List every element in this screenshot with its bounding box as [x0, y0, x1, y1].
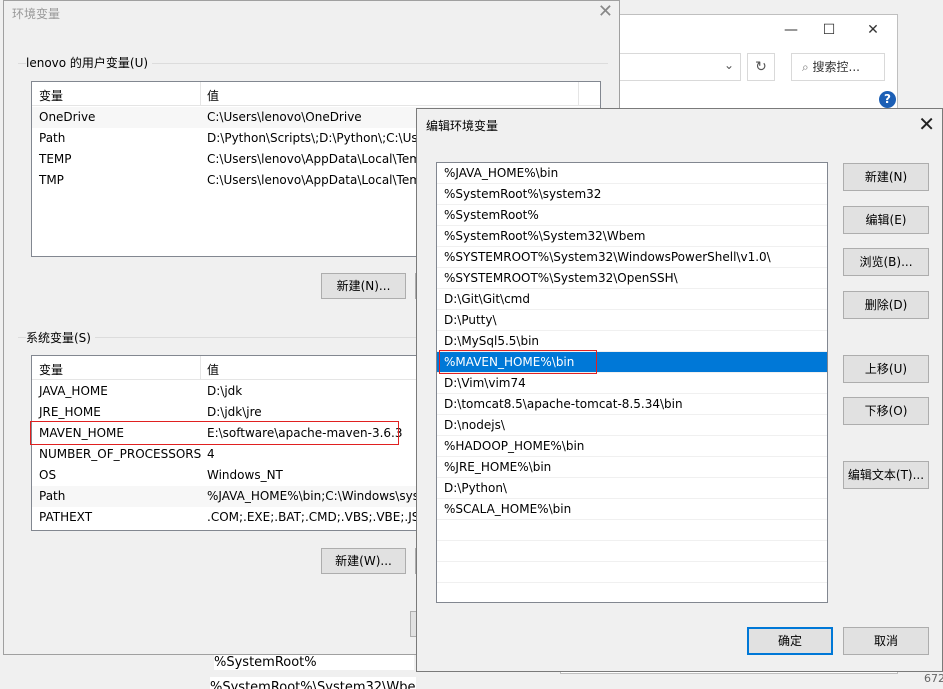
- list-item[interactable]: %SYSTEMROOT%\System32\OpenSSH\: [437, 268, 827, 289]
- list-item[interactable]: %JRE_HOME%\bin: [437, 457, 827, 478]
- list-item[interactable]: %SYSTEMROOT%\System32\WindowsPowerShell\…: [437, 247, 827, 268]
- var-name: NUMBER_OF_PROCESSORS: [39, 447, 202, 461]
- system-new-button[interactable]: 新建(W)...: [321, 548, 406, 574]
- edit-path-button[interactable]: 编辑(E): [843, 206, 929, 234]
- search-placeholder: 搜索控...: [812, 60, 860, 74]
- maximize-icon[interactable]: ☐: [817, 21, 841, 39]
- close-icon[interactable]: ✕: [598, 1, 613, 22]
- list-item[interactable]: D:\Python\: [437, 478, 827, 499]
- var-value: %JAVA_HOME%\bin;C:\Windows\system: [207, 489, 443, 503]
- list-item[interactable]: D:\Vim\vim74: [437, 373, 827, 394]
- list-item[interactable]: %SystemRoot%\System32\Wbem: [437, 226, 827, 247]
- var-value: .COM;.EXE;.BAT;.CMD;.VBS;.VBE;.JS;.JSE: [207, 510, 446, 524]
- list-item[interactable]: %JAVA_HOME%\bin: [437, 163, 827, 184]
- list-item[interactable]: D:\MySql5.5\bin: [437, 331, 827, 352]
- column-header-variable[interactable]: 变量: [39, 361, 63, 378]
- empty-list-row[interactable]: [437, 520, 827, 541]
- search-input[interactable]: ⌕ 搜索控...: [791, 53, 885, 81]
- ok-button[interactable]: 确定: [747, 627, 833, 655]
- var-value: E:\software\apache-maven-3.6.3: [207, 426, 403, 440]
- list-item-selected[interactable]: %MAVEN_HOME%\bin: [437, 352, 827, 373]
- var-value: C:\Users\lenovo\OneDrive: [207, 110, 362, 124]
- column-header-value[interactable]: 值: [207, 87, 219, 104]
- list-item[interactable]: %SCALA_HOME%\bin: [437, 499, 827, 520]
- var-value: 4: [207, 447, 215, 461]
- var-name: TMP: [39, 173, 64, 187]
- var-name: OneDrive: [39, 110, 96, 124]
- var-name: MAVEN_HOME: [39, 426, 124, 440]
- corner-number: 672: [924, 672, 943, 685]
- help-icon[interactable]: ?: [879, 91, 896, 108]
- list-item[interactable]: D:\nodejs\: [437, 415, 827, 436]
- list-item[interactable]: D:\Git\Git\cmd: [437, 289, 827, 310]
- user-vars-group-label: lenovo 的用户变量(U): [26, 54, 153, 71]
- dialog-title: 环境变量: [12, 7, 61, 21]
- close-icon[interactable]: ✕: [918, 112, 935, 136]
- list-item[interactable]: %HADOOP_HOME%\bin: [437, 436, 827, 457]
- edit-environment-variable-dialog: 编辑环境变量 ✕ %JAVA_HOME%\bin %SystemRoot%\sy…: [416, 108, 943, 672]
- refresh-icon[interactable]: ↻: [747, 53, 775, 81]
- column-header-value[interactable]: 值: [207, 361, 219, 378]
- var-value: D:\jdk: [207, 384, 243, 398]
- list-item[interactable]: D:\Putty\: [437, 310, 827, 331]
- background-path-line: %SystemRoot%\System32\Wbem: [210, 677, 416, 689]
- browse-button[interactable]: 浏览(B)...: [843, 248, 929, 276]
- minimize-icon[interactable]: —: [779, 21, 803, 39]
- list-item[interactable]: %SystemRoot%: [437, 205, 827, 226]
- var-name: JRE_HOME: [39, 405, 101, 419]
- var-name: Path: [39, 131, 66, 145]
- var-name: OS: [39, 468, 57, 482]
- window-close-icon[interactable]: ✕: [861, 21, 885, 39]
- list-item[interactable]: D:\tomcat8.5\apache-tomcat-8.5.34\bin: [437, 394, 827, 415]
- system-vars-group-label: 系统变量(S): [26, 329, 95, 346]
- edit-text-button[interactable]: 编辑文本(T)...: [843, 461, 929, 489]
- var-name: Path: [39, 489, 66, 503]
- column-header-variable[interactable]: 变量: [39, 87, 63, 104]
- delete-button[interactable]: 删除(D): [843, 291, 929, 319]
- dialog-title: 编辑环境变量: [426, 119, 499, 133]
- var-value: C:\Users\lenovo\AppData\Local\Temp: [207, 173, 429, 187]
- column-divider[interactable]: [200, 82, 201, 106]
- column-divider[interactable]: [578, 82, 579, 106]
- move-down-button[interactable]: 下移(O): [843, 397, 929, 425]
- var-value: D:\jdk\jre: [207, 405, 262, 419]
- var-value: C:\Users\lenovo\AppData\Local\Temp: [207, 152, 429, 166]
- var-name: TEMP: [39, 152, 72, 166]
- move-up-button[interactable]: 上移(U): [843, 355, 929, 383]
- cancel-button[interactable]: 取消: [843, 627, 929, 655]
- list-header: 变量 值: [32, 82, 600, 106]
- new-path-button[interactable]: 新建(N): [843, 163, 929, 191]
- user-new-button[interactable]: 新建(N)...: [321, 273, 406, 299]
- column-divider[interactable]: [200, 356, 201, 380]
- search-icon: ⌕: [802, 60, 813, 74]
- var-name: JAVA_HOME: [39, 384, 108, 398]
- background-path-line: %SystemRoot%: [214, 655, 414, 670]
- path-entries-list[interactable]: %JAVA_HOME%\bin %SystemRoot%\system32 %S…: [436, 162, 828, 603]
- var-value: D:\Python\Scripts\;D:\Python\;C:\Users: [207, 131, 437, 145]
- var-name: PATHEXT: [39, 510, 93, 524]
- empty-list-row[interactable]: [437, 562, 827, 583]
- chevron-down-icon[interactable]: ⌄: [724, 58, 734, 72]
- var-value: Windows_NT: [207, 468, 283, 482]
- empty-list-row[interactable]: [437, 541, 827, 562]
- list-item[interactable]: %SystemRoot%\system32: [437, 184, 827, 205]
